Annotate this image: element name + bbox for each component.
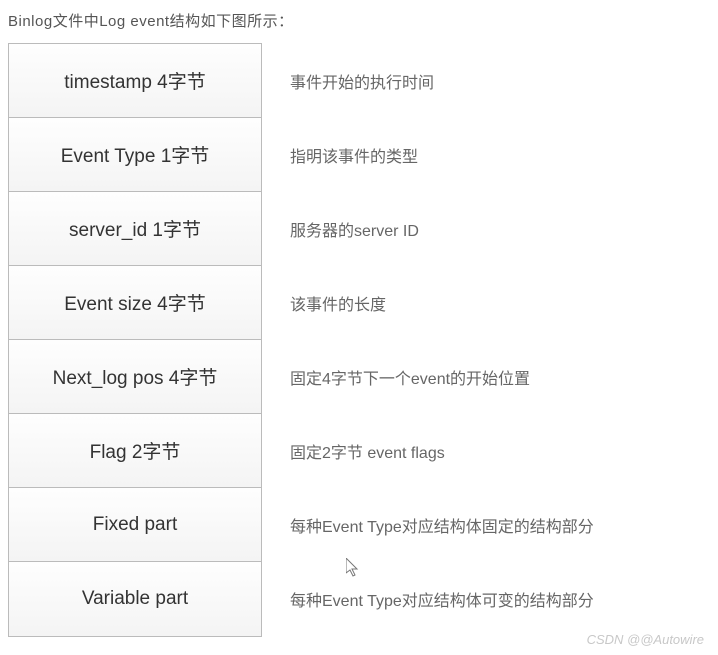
diagram-title: Binlog文件中Log event结构如下图所示： — [8, 10, 710, 31]
field-description: 指明该事件的类型 — [290, 117, 710, 191]
description-column: 事件开始的执行时间 指明该事件的类型 服务器的server ID 该事件的长度 … — [262, 43, 710, 637]
field-description: 该事件的长度 — [290, 265, 710, 339]
field-description: 事件开始的执行时间 — [290, 43, 710, 117]
diagram-grid: timestamp 4字节 Event Type 1字节 server_id 1… — [8, 43, 710, 637]
field-box: Next_log pos 4字节 — [9, 340, 261, 414]
field-description: 固定2字节 event flags — [290, 413, 710, 487]
field-box: Event size 4字节 — [9, 266, 261, 340]
field-box: Fixed part — [9, 488, 261, 562]
structure-column: timestamp 4字节 Event Type 1字节 server_id 1… — [8, 43, 262, 637]
field-description: 固定4字节下一个event的开始位置 — [290, 339, 710, 413]
field-box: Event Type 1字节 — [9, 118, 261, 192]
field-box: timestamp 4字节 — [9, 44, 261, 118]
field-description: 每种Event Type对应结构体固定的结构部分 — [290, 487, 710, 561]
field-box: Variable part — [9, 562, 261, 636]
field-box: Flag 2字节 — [9, 414, 261, 488]
field-box: server_id 1字节 — [9, 192, 261, 266]
field-description: 每种Event Type对应结构体可变的结构部分 — [290, 561, 710, 635]
watermark-text: CSDN @@Autowire — [587, 632, 704, 647]
field-description: 服务器的server ID — [290, 191, 710, 265]
